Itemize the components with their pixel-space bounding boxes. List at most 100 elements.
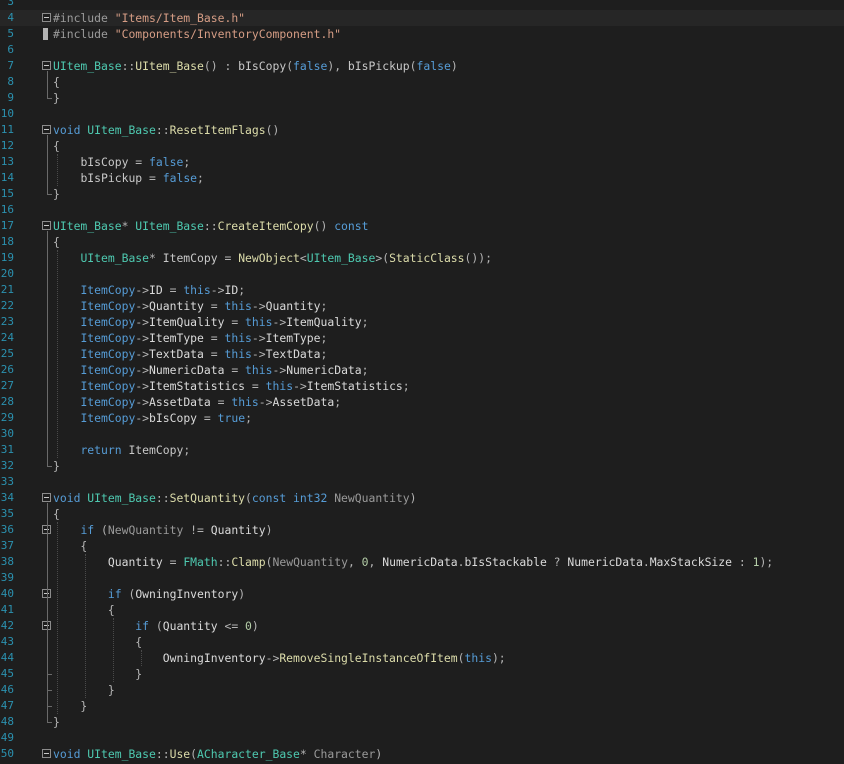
code-token: :: [121, 59, 136, 73]
code-line[interactable]: 7 UItem_Base::UItem_Base() : bIsCopy(fals… [0, 58, 844, 74]
outline-guide [57, 522, 58, 714]
collapse-region-icon[interactable] [42, 749, 51, 758]
code-line[interactable]: 45 } [0, 666, 844, 682]
code-line[interactable]: 34 void UItem_Base::SetQuantity(const int… [0, 490, 844, 506]
code-token: StaticClass [389, 251, 465, 265]
code-token: ? [546, 555, 568, 569]
code-line[interactable]: 31 return ItemCopy; [0, 442, 844, 458]
code-line[interactable]: 18 { [0, 234, 844, 250]
code-line[interactable]: 49 [0, 730, 844, 746]
code-line[interactable]: 13 bIsCopy = false; [0, 154, 844, 170]
code-token: -> [135, 395, 150, 409]
code-token: ItemCopy [80, 379, 136, 393]
code-line[interactable]: 14 bIsPickup = false; [0, 170, 844, 186]
line-number: 44 [0, 651, 14, 664]
code-line[interactable]: 26 ItemCopy->NumericData = this->Numeric… [0, 362, 844, 378]
code-token: void [53, 491, 88, 505]
code-text: #include "Components/InventoryComponent.… [53, 26, 341, 42]
code-line[interactable]: 24 ItemCopy->ItemType = this->ItemType; [0, 330, 844, 346]
code-text: Quantity = FMath::Clamp(NewQuantity, 0, … [53, 554, 773, 570]
code-text: bIsCopy = false; [53, 154, 190, 170]
code-token: ; [320, 347, 328, 361]
code-line[interactable]: 20 [0, 266, 844, 282]
code-token: Quantity [107, 555, 163, 569]
code-line[interactable]: 32} [0, 458, 844, 474]
code-token: UItem_Base [53, 219, 122, 233]
code-line[interactable]: 16 [0, 202, 844, 218]
code-token: void [53, 747, 88, 761]
line-number: 14 [0, 171, 14, 184]
code-line[interactable]: 38 Quantity = FMath::Clamp(NewQuantity, … [0, 554, 844, 570]
code-line[interactable]: 23 ItemCopy->ItemQuality = this->ItemQua… [0, 314, 844, 330]
code-line[interactable]: 3 [0, 0, 844, 10]
code-line[interactable]: 11 void UItem_Base::ResetItemFlags() [0, 122, 844, 138]
code-line[interactable]: 6 [0, 42, 844, 58]
code-line[interactable]: 25 ItemCopy->TextData = this->TextData; [0, 346, 844, 362]
code-token: != [183, 523, 211, 537]
collapse-region-icon[interactable] [42, 13, 51, 22]
outline-guide [57, 154, 58, 186]
code-line[interactable]: 22 ItemCopy->Quantity = this->Quantity; [0, 298, 844, 314]
collapse-region-icon[interactable] [42, 125, 51, 134]
code-line[interactable]: 41 { [0, 602, 844, 618]
code-token: 0 [361, 555, 369, 569]
code-line[interactable]: 40 if (OwningInventory) [0, 586, 844, 602]
code-token: this [231, 395, 259, 409]
code-line[interactable]: 30 [0, 426, 844, 442]
code-token: * [121, 219, 136, 233]
code-token: -> [272, 315, 287, 329]
code-line[interactable]: 15} [0, 186, 844, 202]
collapse-region-icon[interactable] [42, 61, 51, 70]
code-line[interactable]: 12 { [0, 138, 844, 154]
outline-guide [85, 554, 86, 698]
code-token: Character [313, 747, 376, 761]
code-line[interactable]: 29 ItemCopy->bIsCopy = true; [0, 410, 844, 426]
code-line[interactable]: 39 [0, 570, 844, 586]
code-token: -> [135, 331, 150, 345]
code-line[interactable]: 33 [0, 474, 844, 490]
code-token: () [265, 123, 280, 137]
code-line[interactable]: 9} [0, 90, 844, 106]
code-token: NumericData [567, 555, 643, 569]
code-token: ItemQuality [149, 315, 225, 329]
outline-guide-end [47, 466, 52, 467]
code-token: { [53, 603, 115, 617]
code-line[interactable]: 35 { [0, 506, 844, 522]
code-line[interactable]: 27 ItemCopy->ItemStatistics = this->Item… [0, 378, 844, 394]
code-token: false [293, 59, 328, 73]
code-token: const [334, 219, 369, 233]
code-text: ItemCopy->TextData = this->TextData; [53, 346, 327, 362]
code-line[interactable]: 50 void UItem_Base::Use(ACharacter_Base* … [0, 746, 844, 762]
code-line[interactable]: 19 UItem_Base* ItemCopy = NewObject<UIte… [0, 250, 844, 266]
code-line[interactable]: 44 OwningInventory->RemoveSingleInstance… [0, 650, 844, 666]
code-line[interactable]: 36 if (NewQuantity != Quantity) [0, 522, 844, 538]
code-line[interactable]: 10 [0, 106, 844, 122]
code-token: "Components/InventoryComponent.h" [114, 27, 342, 41]
code-line[interactable]: 21 ItemCopy->ID = this->ID; [0, 282, 844, 298]
line-number: 23 [0, 315, 14, 328]
code-line[interactable]: 28 ItemCopy->AssetData = this->AssetData… [0, 394, 844, 410]
code-line[interactable]: 42 if (Quantity <= 0) [0, 618, 844, 634]
code-line[interactable]: 43 { [0, 634, 844, 650]
code-line[interactable]: 17 UItem_Base* UItem_Base::CreateItemCopy… [0, 218, 844, 234]
code-text: if (Quantity <= 0) [53, 618, 258, 634]
code-line[interactable]: 37 { [0, 538, 844, 554]
code-line[interactable]: 5 #include "Components/InventoryComponent… [0, 26, 844, 42]
code-line[interactable]: 47 } [0, 698, 844, 714]
collapse-region-icon[interactable] [42, 221, 51, 230]
code-token: :: [155, 123, 170, 137]
code-line[interactable]: 46 } [0, 682, 844, 698]
collapse-region-icon[interactable] [42, 493, 51, 502]
code-token: OwningInventory [162, 651, 266, 665]
code-line[interactable]: 48} [0, 714, 844, 730]
code-token: -> [135, 379, 150, 393]
code-token: NumericData [286, 363, 362, 377]
code-line[interactable]: 8{ [0, 74, 844, 90]
code-text: } [53, 698, 87, 714]
code-token: ItemCopy [80, 347, 136, 361]
code-token: this [183, 283, 211, 297]
code-editor[interactable]: 3 4 #include "Items/Item_Base.h" 5 #include … [0, 0, 844, 764]
code-line[interactable]: 4 #include "Items/Item_Base.h" [0, 10, 844, 26]
code-token: if [107, 587, 129, 601]
